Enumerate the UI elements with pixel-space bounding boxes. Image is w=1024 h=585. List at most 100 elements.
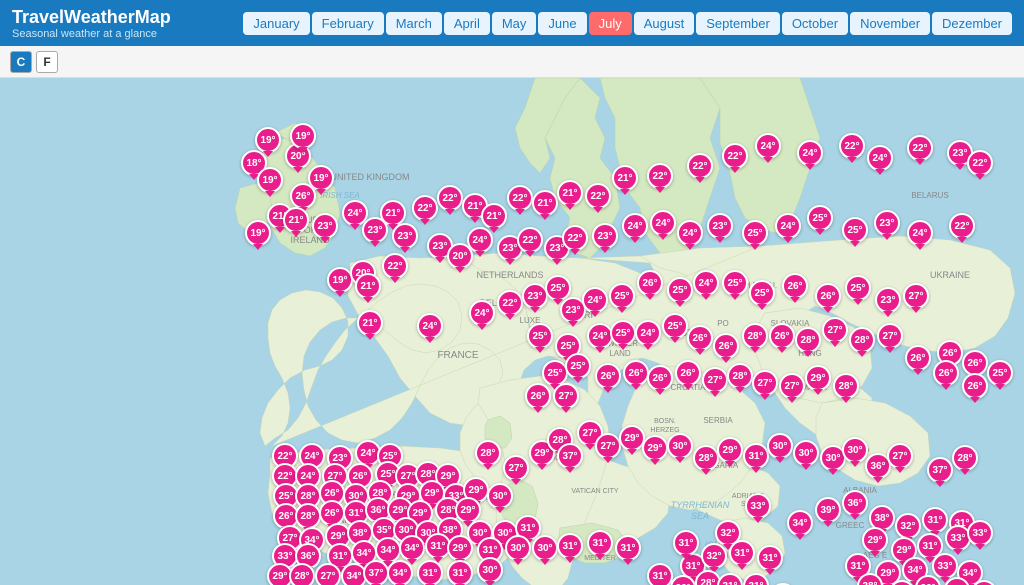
temp-marker[interactable]: 27° (887, 443, 913, 469)
temp-marker[interactable]: 31° (922, 507, 948, 533)
temp-marker[interactable]: 24° (907, 220, 933, 246)
temp-marker[interactable]: 23° (707, 213, 733, 239)
temp-marker[interactable]: 26° (782, 273, 808, 299)
temp-marker[interactable]: 26° (319, 500, 345, 526)
temp-marker[interactable]: 30° (842, 437, 868, 463)
temp-marker[interactable]: 22° (517, 227, 543, 253)
temp-marker[interactable]: 26° (713, 333, 739, 359)
temp-marker[interactable]: 32° (701, 543, 727, 569)
temp-marker[interactable]: 26° (687, 325, 713, 351)
month-tab-january[interactable]: January (243, 12, 309, 35)
temp-marker[interactable]: 27° (553, 383, 579, 409)
month-tab-march[interactable]: March (386, 12, 442, 35)
temp-marker[interactable]: 28° (742, 323, 768, 349)
temp-marker[interactable]: 22° (907, 135, 933, 161)
temp-marker[interactable]: 28° (475, 440, 501, 466)
month-tab-february[interactable]: February (312, 12, 384, 35)
temp-marker[interactable]: 26° (290, 183, 316, 209)
temp-marker[interactable]: 27° (903, 283, 929, 309)
temp-marker[interactable]: 23° (874, 210, 900, 236)
temp-marker[interactable]: 23° (392, 223, 418, 249)
temp-marker[interactable]: 25° (609, 283, 635, 309)
temp-marker[interactable]: 39° (815, 497, 841, 523)
temp-marker[interactable]: 33° (745, 493, 771, 519)
temp-marker[interactable]: 28° (952, 445, 978, 471)
temp-marker[interactable]: 21° (532, 190, 558, 216)
temp-marker[interactable]: 26° (637, 270, 663, 296)
temp-marker[interactable]: 19° (255, 127, 281, 153)
month-tab-dezember[interactable]: Dezember (932, 12, 1012, 35)
temp-marker[interactable]: 28° (295, 503, 321, 529)
temp-marker[interactable]: 24° (587, 323, 613, 349)
temp-marker[interactable]: 22° (839, 133, 865, 159)
temp-marker[interactable]: 22° (562, 225, 588, 251)
temp-marker[interactable]: 25° (842, 217, 868, 243)
temp-marker[interactable]: 27° (752, 370, 778, 396)
temp-marker[interactable]: 23° (362, 217, 388, 243)
temp-marker[interactable]: 23° (312, 213, 338, 239)
month-tab-april[interactable]: April (444, 12, 490, 35)
temp-marker[interactable]: 26° (647, 365, 673, 391)
temp-marker[interactable]: 24° (622, 213, 648, 239)
temp-marker[interactable]: 30° (532, 535, 558, 561)
temp-marker[interactable]: 24° (797, 140, 823, 166)
temp-marker[interactable]: 34° (375, 537, 401, 563)
temp-marker[interactable]: 22° (967, 150, 993, 176)
temp-marker[interactable]: 31° (743, 443, 769, 469)
temp-marker[interactable]: 37° (557, 443, 583, 469)
temp-marker[interactable]: 25° (987, 360, 1013, 386)
temp-marker[interactable]: 22° (687, 153, 713, 179)
temp-marker[interactable]: 28° (795, 327, 821, 353)
temp-marker[interactable]: 31° (557, 533, 583, 559)
temp-marker[interactable]: 24° (755, 133, 781, 159)
temp-marker[interactable]: 28° (849, 327, 875, 353)
temp-marker[interactable]: 29° (717, 437, 743, 463)
temp-marker[interactable]: 26° (962, 373, 988, 399)
temp-marker[interactable]: 37° (363, 560, 389, 585)
temp-marker[interactable]: 29° (455, 497, 481, 523)
temp-marker[interactable]: 21° (612, 165, 638, 191)
temp-marker[interactable]: 24° (417, 313, 443, 339)
temp-marker[interactable]: 22° (497, 290, 523, 316)
temp-marker[interactable]: 25° (722, 270, 748, 296)
temp-marker[interactable]: 26° (769, 323, 795, 349)
temp-marker[interactable]: 20° (447, 243, 473, 269)
temp-marker[interactable]: 21° (557, 180, 583, 206)
temp-marker[interactable]: 30° (487, 483, 513, 509)
temp-marker[interactable]: 34° (787, 510, 813, 536)
temp-marker[interactable]: 21° (357, 310, 383, 336)
temp-marker[interactable]: 27° (702, 367, 728, 393)
temp-marker[interactable]: 22° (722, 143, 748, 169)
temp-marker[interactable]: 26° (525, 383, 551, 409)
temp-marker[interactable]: 30° (667, 433, 693, 459)
temp-marker[interactable]: 22° (949, 213, 975, 239)
temp-marker[interactable]: 26° (623, 360, 649, 386)
temp-marker[interactable]: 31° (757, 545, 783, 571)
temp-marker[interactable]: 34° (399, 535, 425, 561)
temp-marker[interactable]: 24° (677, 220, 703, 246)
temp-marker[interactable]: 24° (582, 287, 608, 313)
month-tab-october[interactable]: October (782, 12, 848, 35)
temp-marker[interactable]: 22° (412, 195, 438, 221)
temp-marker[interactable]: 36° (842, 490, 868, 516)
temp-marker[interactable]: 21° (481, 203, 507, 229)
temp-marker[interactable]: 31° (447, 560, 473, 585)
temp-marker[interactable]: 27° (503, 455, 529, 481)
temp-marker[interactable]: 19° (245, 220, 271, 246)
temp-marker[interactable]: 25° (845, 275, 871, 301)
temp-marker[interactable]: 24° (775, 213, 801, 239)
temp-marker[interactable]: 26° (595, 363, 621, 389)
temp-marker[interactable]: 24° (867, 145, 893, 171)
temp-marker[interactable]: 25° (749, 280, 775, 306)
temp-marker[interactable]: 28° (727, 363, 753, 389)
temp-marker[interactable]: 24° (693, 270, 719, 296)
temp-marker[interactable]: 29° (447, 535, 473, 561)
temp-marker[interactable]: 27° (779, 373, 805, 399)
temp-marker[interactable]: 25° (807, 205, 833, 231)
temp-marker[interactable]: 29° (642, 435, 668, 461)
temp-marker[interactable]: 25° (527, 323, 553, 349)
temp-marker[interactable]: 31° (615, 535, 641, 561)
temp-marker[interactable]: 23° (592, 223, 618, 249)
temp-marker[interactable]: 23° (875, 287, 901, 313)
temp-marker[interactable]: 26° (815, 283, 841, 309)
